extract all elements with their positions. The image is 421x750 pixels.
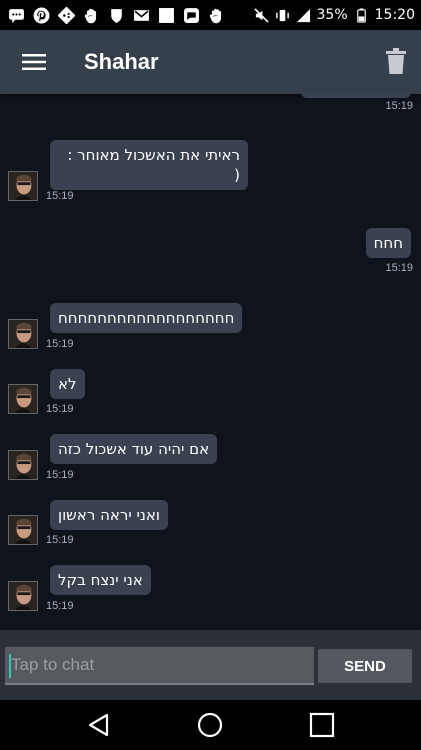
trash-icon bbox=[385, 48, 407, 74]
avatar[interactable] bbox=[8, 384, 38, 414]
message-time: 15:19 bbox=[46, 534, 74, 546]
hamburger-menu-icon bbox=[22, 52, 46, 72]
back-triangle-icon bbox=[86, 712, 112, 738]
message-bubble-outgoing[interactable]: חחח bbox=[365, 228, 411, 258]
message-composer: SEND bbox=[0, 630, 421, 700]
message-bubble-incoming[interactable]: אם יהיה עוד אשכול כזה bbox=[50, 434, 218, 464]
avatar[interactable] bbox=[8, 450, 38, 480]
chat-history[interactable]: 15:19 ראיתי את האשכול מאוחר : ( 15:19 חח… bbox=[0, 94, 421, 630]
battery-percent: 35% bbox=[316, 7, 348, 23]
message-time: 15:19 bbox=[385, 262, 413, 274]
menu-button[interactable] bbox=[0, 30, 68, 94]
delete-conversation-button[interactable] bbox=[385, 48, 407, 74]
message-bubble-incoming[interactable]: ואני יראה ראשון bbox=[50, 500, 168, 530]
text-cursor bbox=[9, 654, 11, 678]
dominos-icon bbox=[58, 6, 75, 24]
send-button[interactable]: SEND bbox=[318, 649, 412, 683]
chat-input[interactable] bbox=[5, 647, 314, 685]
shield-icon bbox=[108, 7, 125, 24]
home-button[interactable] bbox=[197, 712, 223, 738]
message-bubble-incoming[interactable]: לא bbox=[50, 369, 85, 399]
message-time: 15:19 bbox=[46, 600, 74, 612]
message-bubble-incoming[interactable]: חחחחחחחחחחחחחחחחחח bbox=[50, 303, 243, 333]
signal-icon bbox=[296, 8, 311, 23]
gmail-icon bbox=[133, 7, 150, 24]
square-icon bbox=[158, 7, 175, 24]
message-time: 15:19 bbox=[46, 403, 74, 415]
message-bubble-incoming[interactable]: אני ינצח בקל bbox=[50, 565, 151, 595]
message-time: 15:19 bbox=[46, 338, 74, 350]
back-button[interactable] bbox=[86, 712, 112, 738]
avatar[interactable] bbox=[8, 319, 38, 349]
status-bar: 35% 15:20 bbox=[0, 0, 421, 30]
conversation-title: Shahar bbox=[84, 49, 159, 74]
mute-icon bbox=[253, 7, 269, 23]
notification-icons bbox=[8, 6, 225, 24]
app-toolbar: Shahar bbox=[0, 30, 421, 94]
clock: 15:20 bbox=[374, 7, 415, 23]
recents-square-icon bbox=[309, 712, 335, 738]
message-time: 15:19 bbox=[385, 100, 413, 112]
pinterest-icon bbox=[33, 7, 50, 24]
system-nav-bar bbox=[0, 700, 421, 750]
system-status: 35% 15:20 bbox=[253, 7, 415, 23]
hand-icon bbox=[83, 7, 100, 24]
message-bubble-incoming[interactable]: ראיתי את האשכול מאוחר : ( bbox=[50, 140, 248, 190]
message-time: 15:19 bbox=[46, 190, 74, 202]
message-bubble-outgoing[interactable] bbox=[301, 94, 411, 98]
battery-icon bbox=[354, 7, 369, 23]
home-circle-icon bbox=[197, 712, 223, 738]
avatar[interactable] bbox=[8, 515, 38, 545]
message-time: 15:19 bbox=[46, 469, 74, 481]
vibrate-icon bbox=[275, 8, 290, 23]
chat-app-icon bbox=[183, 7, 200, 24]
recents-button[interactable] bbox=[309, 712, 335, 738]
hand-icon bbox=[208, 7, 225, 24]
avatar[interactable] bbox=[8, 581, 38, 611]
avatar[interactable] bbox=[8, 171, 38, 201]
sms-icon bbox=[8, 7, 25, 24]
